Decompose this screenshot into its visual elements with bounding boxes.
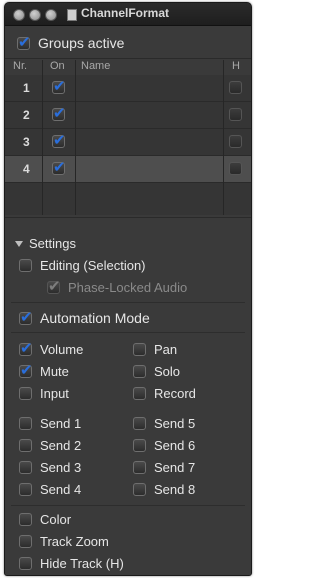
automation-mode-option[interactable]: Automation Mode bbox=[19, 308, 150, 326]
phase-locked-audio-checkbox[interactable] bbox=[47, 277, 61, 295]
divider bbox=[11, 302, 245, 303]
settings-header: Settings bbox=[29, 236, 76, 251]
color-checkbox[interactable] bbox=[19, 513, 32, 526]
send-6-label: Send 6 bbox=[154, 438, 196, 453]
send-7-checkbox[interactable] bbox=[133, 461, 146, 474]
row-number: 4 bbox=[23, 162, 30, 176]
send-7-option[interactable]: Send 7 bbox=[133, 460, 195, 475]
send-1-option[interactable]: Send 1 bbox=[19, 416, 81, 431]
record-label: Record bbox=[154, 386, 196, 401]
send-1-checkbox[interactable] bbox=[19, 417, 32, 430]
send-3-checkbox[interactable] bbox=[19, 461, 32, 474]
hide-track-option[interactable]: Hide Track (H) bbox=[19, 556, 124, 571]
track-zoom-label: Track Zoom bbox=[40, 534, 109, 549]
window-title: ChannelFormat bbox=[81, 6, 170, 20]
phase-locked-audio-label: Phase-Locked Audio bbox=[68, 280, 188, 295]
zoom-button[interactable] bbox=[45, 9, 57, 21]
groups-active-checkbox[interactable] bbox=[17, 33, 31, 51]
send-8-option[interactable]: Send 8 bbox=[133, 482, 195, 497]
input-label: Input bbox=[40, 386, 69, 401]
solo-checkbox[interactable] bbox=[133, 365, 146, 378]
minimize-button[interactable] bbox=[29, 9, 41, 21]
record-option[interactable]: Record bbox=[133, 386, 196, 401]
row-hide-checkbox[interactable] bbox=[229, 162, 242, 175]
color-option[interactable]: Color bbox=[19, 512, 71, 527]
input-checkbox[interactable] bbox=[19, 387, 32, 400]
send-3-option[interactable]: Send 3 bbox=[19, 460, 81, 475]
document-icon bbox=[67, 9, 77, 21]
send-8-label: Send 8 bbox=[154, 482, 196, 497]
solo-label: Solo bbox=[154, 364, 181, 379]
pan-checkbox[interactable] bbox=[133, 343, 146, 356]
close-button[interactable] bbox=[13, 9, 25, 21]
phase-locked-audio-option[interactable]: Phase-Locked Audio bbox=[47, 277, 188, 295]
color-label: Color bbox=[40, 512, 72, 527]
send-2-option[interactable]: Send 2 bbox=[19, 438, 81, 453]
settings-panel: Settings Editing (Selection) Phase-Locke… bbox=[5, 217, 251, 575]
groups-active-label: Groups active bbox=[38, 35, 125, 51]
row-on-checkbox[interactable] bbox=[52, 104, 66, 122]
input-option[interactable]: Input bbox=[19, 386, 69, 401]
editing-selection-checkbox[interactable] bbox=[19, 259, 32, 272]
automation-mode-label: Automation Mode bbox=[40, 310, 150, 326]
row-on-checkbox[interactable] bbox=[52, 158, 66, 176]
row-number: 3 bbox=[23, 135, 30, 149]
send-8-checkbox[interactable] bbox=[133, 483, 146, 496]
automation-mode-checkbox[interactable] bbox=[19, 308, 33, 326]
groups-active-bar: Groups active bbox=[5, 26, 251, 59]
send-5-option[interactable]: Send 5 bbox=[133, 416, 195, 431]
send-2-label: Send 2 bbox=[40, 438, 82, 453]
send-4-checkbox[interactable] bbox=[19, 483, 32, 496]
hide-track-label: Hide Track (H) bbox=[40, 556, 124, 571]
send-5-checkbox[interactable] bbox=[133, 417, 146, 430]
volume-option[interactable]: Volume bbox=[19, 339, 84, 357]
channel-format-window: ChannelFormat Groups active Nr. On Name … bbox=[4, 2, 252, 576]
track-zoom-checkbox[interactable] bbox=[19, 535, 32, 548]
row-hide-checkbox[interactable] bbox=[229, 108, 242, 121]
column-header-nr[interactable]: Nr. bbox=[13, 60, 27, 74]
solo-option[interactable]: Solo bbox=[133, 364, 180, 379]
send-6-checkbox[interactable] bbox=[133, 439, 146, 452]
volume-checkbox[interactable] bbox=[19, 339, 33, 357]
send-1-label: Send 1 bbox=[40, 416, 82, 431]
row-on-checkbox[interactable] bbox=[52, 131, 66, 149]
row-number: 2 bbox=[23, 108, 30, 122]
column-divider bbox=[223, 60, 224, 215]
hide-track-checkbox[interactable] bbox=[19, 557, 32, 570]
send-4-option[interactable]: Send 4 bbox=[19, 482, 81, 497]
record-checkbox[interactable] bbox=[133, 387, 146, 400]
disclosure-triangle-icon[interactable] bbox=[15, 240, 23, 247]
column-header-h[interactable]: H bbox=[232, 60, 240, 74]
column-divider bbox=[42, 60, 43, 215]
column-divider bbox=[75, 60, 76, 215]
send-3-label: Send 3 bbox=[40, 460, 82, 475]
volume-label: Volume bbox=[40, 342, 84, 357]
pan-label: Pan bbox=[154, 342, 178, 357]
mute-checkbox[interactable] bbox=[19, 361, 33, 379]
send-2-checkbox[interactable] bbox=[19, 439, 32, 452]
row-number: 1 bbox=[23, 81, 30, 95]
pan-option[interactable]: Pan bbox=[133, 342, 177, 357]
divider bbox=[11, 505, 245, 506]
send-6-option[interactable]: Send 6 bbox=[133, 438, 195, 453]
groups-active-toggle[interactable]: Groups active bbox=[17, 33, 125, 51]
send-4-label: Send 4 bbox=[40, 482, 82, 497]
divider bbox=[11, 332, 245, 333]
column-header-on[interactable]: On bbox=[50, 60, 65, 74]
send-5-label: Send 5 bbox=[154, 416, 196, 431]
mute-option[interactable]: Mute bbox=[19, 361, 69, 379]
title-bar: ChannelFormat bbox=[5, 3, 251, 26]
column-header-name[interactable]: Name bbox=[81, 60, 110, 74]
editing-selection-label: Editing (Selection) bbox=[40, 258, 146, 273]
track-zoom-option[interactable]: Track Zoom bbox=[19, 534, 109, 549]
editing-selection-option[interactable]: Editing (Selection) bbox=[19, 258, 146, 273]
row-on-checkbox[interactable] bbox=[52, 77, 66, 95]
settings-disclosure[interactable]: Settings bbox=[15, 236, 76, 251]
send-7-label: Send 7 bbox=[154, 460, 196, 475]
row-hide-checkbox[interactable] bbox=[229, 135, 242, 148]
mute-label: Mute bbox=[40, 364, 69, 379]
row-hide-checkbox[interactable] bbox=[229, 81, 242, 94]
